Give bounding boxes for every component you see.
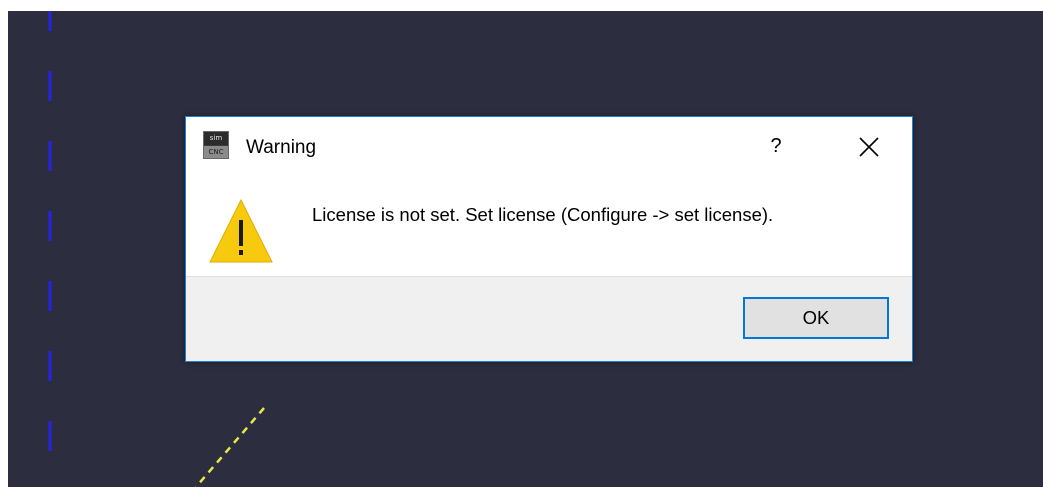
close-icon [859, 137, 879, 157]
simcnc-app-icon: sim CNC [203, 131, 229, 159]
toolpath-line [195, 407, 265, 487]
warning-triangle-icon [209, 198, 273, 263]
ok-button[interactable]: OK [743, 297, 889, 339]
close-button[interactable] [843, 129, 895, 165]
warning-dialog: sim CNC Warning ? License is not set. Se… [185, 116, 913, 362]
dialog-titlebar[interactable]: sim CNC Warning ? [186, 117, 912, 175]
app-icon-top-text: sim [204, 132, 228, 145]
app-icon-bottom-text: CNC [204, 146, 228, 158]
dialog-button-bar: OK [186, 276, 912, 361]
dialog-message: License is not set. Set license (Configu… [312, 204, 774, 225]
dialog-title: Warning [246, 137, 317, 158]
help-button[interactable]: ? [756, 131, 796, 161]
